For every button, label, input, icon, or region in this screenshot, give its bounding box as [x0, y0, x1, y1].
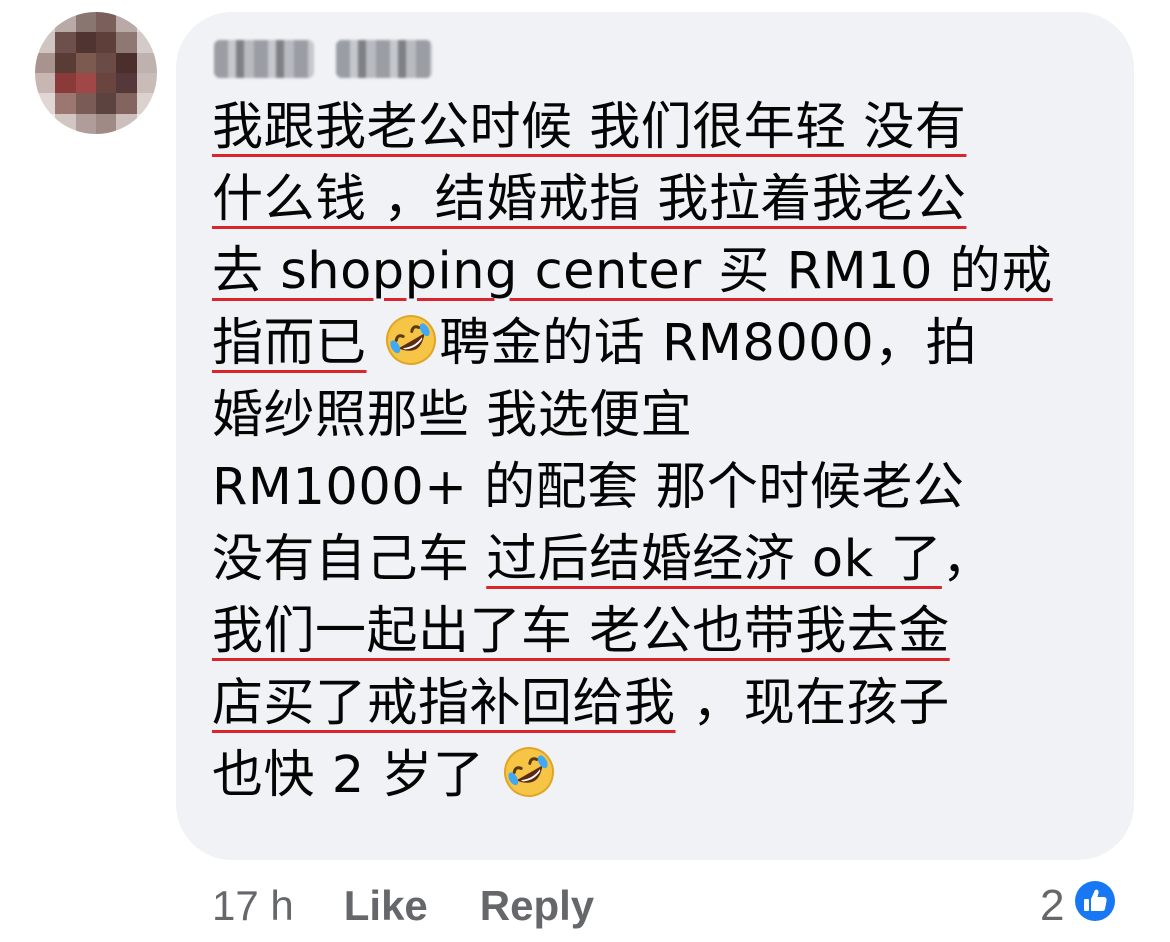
avatar-pixel — [75, 32, 96, 53]
avatar-pixel — [116, 113, 137, 134]
avatar-pixel — [75, 113, 96, 134]
comment-actions: 17 h Like Reply — [212, 878, 594, 934]
avatar-pixel — [55, 32, 76, 53]
timestamp-link[interactable]: 17 h — [212, 882, 294, 930]
text-segment — [367, 314, 384, 373]
avatar-pixel — [55, 113, 76, 134]
thumbs-up-icon — [1070, 876, 1120, 937]
comment-line: 去 shopping center 买 RM10 的戒 — [212, 236, 1112, 308]
text-segment: 也快 2 岁了 — [212, 746, 502, 805]
avatar-pixel — [136, 32, 157, 53]
avatar-pixel — [55, 52, 76, 73]
avatar-pixel — [116, 73, 137, 94]
avatar-pixel — [96, 32, 117, 53]
avatar-pixel — [116, 52, 137, 73]
text-segment: 聘金的话 RM8000，拍 — [439, 314, 978, 373]
avatar[interactable] — [35, 12, 157, 134]
underlined-text-segment: 去 shopping center 买 RM10 的戒 — [212, 242, 1053, 301]
avatar-pixel — [35, 32, 56, 53]
comment-line: 我们一起出了车 老公也带我去金 — [212, 596, 1112, 668]
comment-line: 店买了戒指补回给我 ，现在孩子 — [212, 668, 1112, 740]
comment-screenshot: 我跟我老公时候 我们很年轻 没有 什么钱 ，结婚戒指 我拉着我老公去 shoppi… — [0, 0, 1170, 942]
avatar-pixel — [75, 12, 96, 33]
text-segment: RM1000+ 的配套 那个时候老公 — [212, 458, 965, 517]
avatar-pixel — [96, 12, 117, 33]
avatar-pixel — [35, 52, 56, 73]
avatar-pixel — [75, 52, 96, 73]
avatar-pixel — [35, 12, 56, 33]
avatar-pixel — [116, 32, 137, 53]
underlined-text-segment: 指而已 — [212, 314, 367, 373]
comment-line: 没有自己车 过后结婚经济 ok 了， — [212, 524, 1112, 596]
underlined-text-segment: 什么钱 ，结婚戒指 我拉着我老公 — [212, 170, 967, 229]
avatar-pixel — [35, 93, 56, 114]
avatar-pixel — [96, 113, 117, 134]
comment-line: 指而已 聘金的话 RM8000，拍 — [212, 308, 1112, 380]
avatar-pixel — [136, 73, 157, 94]
avatar-pixel — [96, 93, 117, 114]
avatar-pixel — [136, 113, 157, 134]
avatar-pixel — [116, 93, 137, 114]
reaction-summary[interactable]: 2 — [1040, 876, 1120, 936]
reply-button[interactable]: Reply — [480, 882, 594, 930]
avatar-pixel — [35, 73, 56, 94]
avatar-pixel — [96, 73, 117, 94]
text-segment: 婚纱照那些 我选便宜 — [212, 386, 693, 445]
avatar-pixel — [136, 93, 157, 114]
author-name-blurred[interactable] — [214, 40, 432, 78]
comment-line: 婚纱照那些 我选便宜 — [212, 380, 1112, 452]
author-first-name-blur — [214, 40, 314, 78]
avatar-pixel — [75, 73, 96, 94]
author-last-name-blur — [336, 40, 432, 78]
comment-line: 什么钱 ，结婚戒指 我拉着我老公 — [212, 164, 1112, 236]
avatar-pixel — [55, 93, 76, 114]
avatar-pixel — [136, 52, 157, 73]
avatar-pixel — [116, 12, 137, 33]
underlined-text-segment: 店买了戒指补回给我 — [212, 674, 676, 733]
avatar-pixel — [75, 93, 96, 114]
avatar-pixel — [96, 52, 117, 73]
comment-text: 我跟我老公时候 我们很年轻 没有 什么钱 ，结婚戒指 我拉着我老公去 shoppi… — [212, 92, 1112, 812]
comment-line: RM1000+ 的配套 那个时候老公 — [212, 452, 1112, 524]
reaction-count: 2 — [1040, 881, 1065, 930]
underlined-text-segment: 我们一起出了车 老公也带我去金 — [212, 602, 950, 661]
rofl-emoji-icon — [383, 312, 439, 368]
underlined-text-segment: 过后结婚经济 ok 了 — [486, 530, 942, 589]
rofl-emoji-icon — [501, 744, 557, 800]
text-segment: ，现在孩子 — [675, 674, 950, 733]
avatar-pixel — [136, 12, 157, 33]
underlined-text-segment: 我跟我老公时候 我们很年轻 没有 — [212, 98, 967, 157]
like-button[interactable]: Like — [344, 882, 428, 930]
avatar-pixel — [55, 12, 76, 33]
comment-line: 也快 2 岁了 — [212, 740, 1112, 812]
comment-line: 我跟我老公时候 我们很年轻 没有 — [212, 92, 1112, 164]
text-segment: 没有自己车 — [212, 530, 487, 589]
avatar-pixel — [35, 113, 56, 134]
avatar-pixel — [55, 73, 76, 94]
text-segment: ， — [941, 530, 994, 589]
